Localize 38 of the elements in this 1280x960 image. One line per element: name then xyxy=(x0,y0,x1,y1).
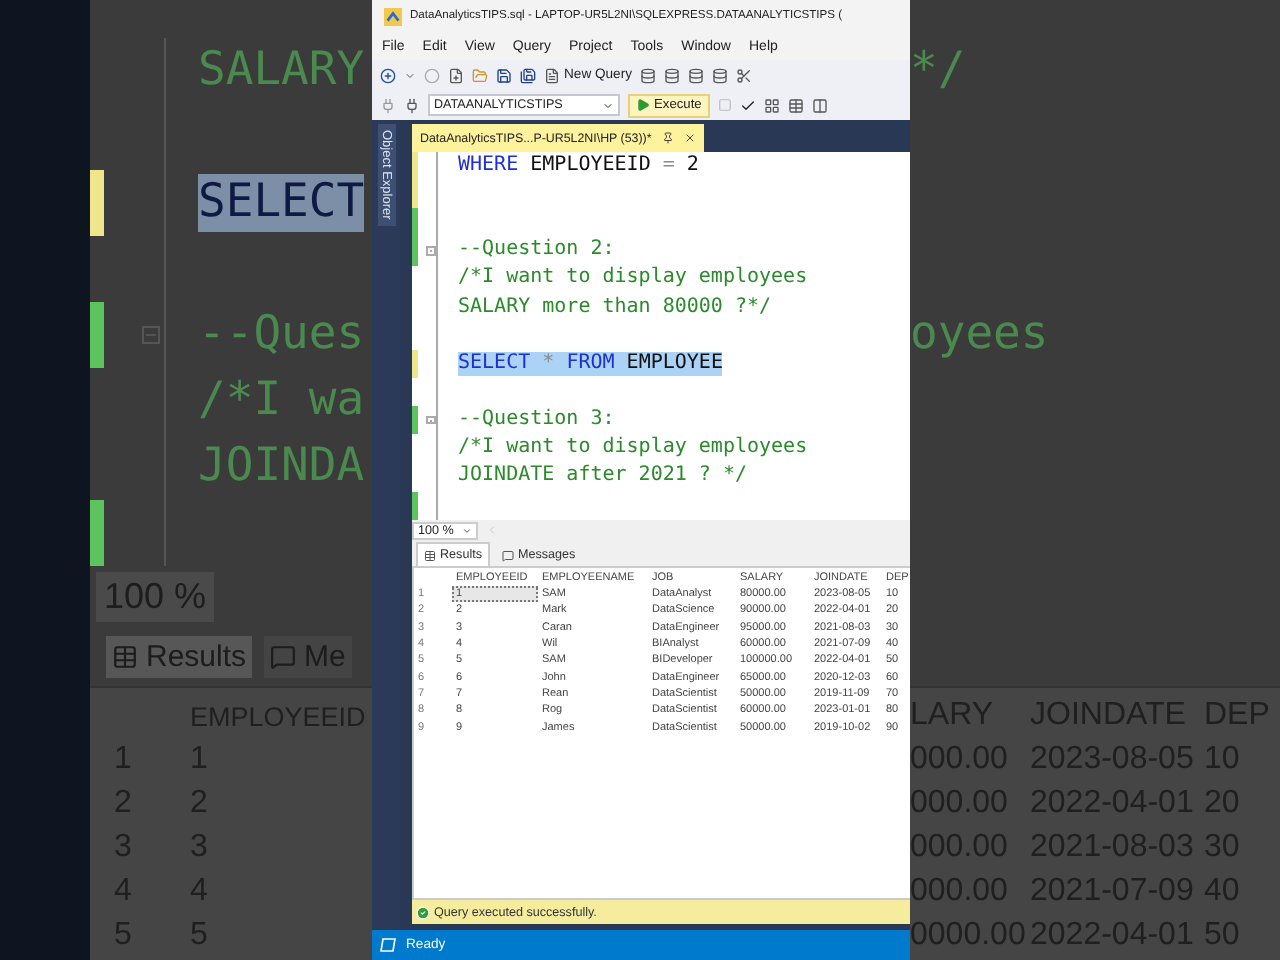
code-line: --Question 3: xyxy=(458,408,615,434)
message-icon xyxy=(502,549,514,561)
app-icon xyxy=(384,7,402,25)
panel-icon[interactable] xyxy=(811,97,828,113)
play-icon xyxy=(636,98,650,112)
code-line: --Ques xyxy=(198,306,365,364)
code-line: WHERE EMPLOYEEID = 2 xyxy=(458,153,699,179)
code-line: SALARY xyxy=(198,42,365,100)
document-icon xyxy=(544,67,560,83)
save-all-icon[interactable] xyxy=(520,67,536,83)
grid-icon xyxy=(112,643,138,669)
save-icon[interactable] xyxy=(496,67,512,83)
caret-icon xyxy=(461,525,472,535)
new-file-icon[interactable] xyxy=(448,67,464,83)
plug-icon[interactable] xyxy=(404,97,420,113)
close-icon[interactable] xyxy=(683,132,696,144)
database-icon[interactable] xyxy=(688,67,704,83)
code-line: JOINDATE after 2021 ? */ xyxy=(458,464,747,490)
database-icon[interactable] xyxy=(664,67,680,83)
code-line: /*I wa xyxy=(198,372,365,430)
code-line: */ xyxy=(910,42,966,100)
code-line: oyees xyxy=(910,306,1049,364)
table-icon[interactable] xyxy=(787,97,804,113)
database-icon[interactable] xyxy=(712,67,728,83)
grid-icon xyxy=(424,549,436,561)
grid-icon[interactable] xyxy=(763,97,780,113)
database-icon[interactable] xyxy=(640,67,656,83)
scissors-icon[interactable] xyxy=(736,67,752,83)
code-line: /*I want to display employees xyxy=(458,266,808,292)
code-line: /*I want to display employees xyxy=(458,436,808,462)
check-icon[interactable] xyxy=(739,97,756,113)
message-icon xyxy=(270,643,297,669)
caret-icon xyxy=(602,99,614,111)
code-line: --Question 2: xyxy=(458,238,615,264)
code-line: JOINDA xyxy=(198,438,365,496)
pin-icon[interactable] xyxy=(661,132,674,144)
success-icon xyxy=(416,905,430,919)
code-line: SALARY more than 80000 ?*/ xyxy=(458,295,772,321)
